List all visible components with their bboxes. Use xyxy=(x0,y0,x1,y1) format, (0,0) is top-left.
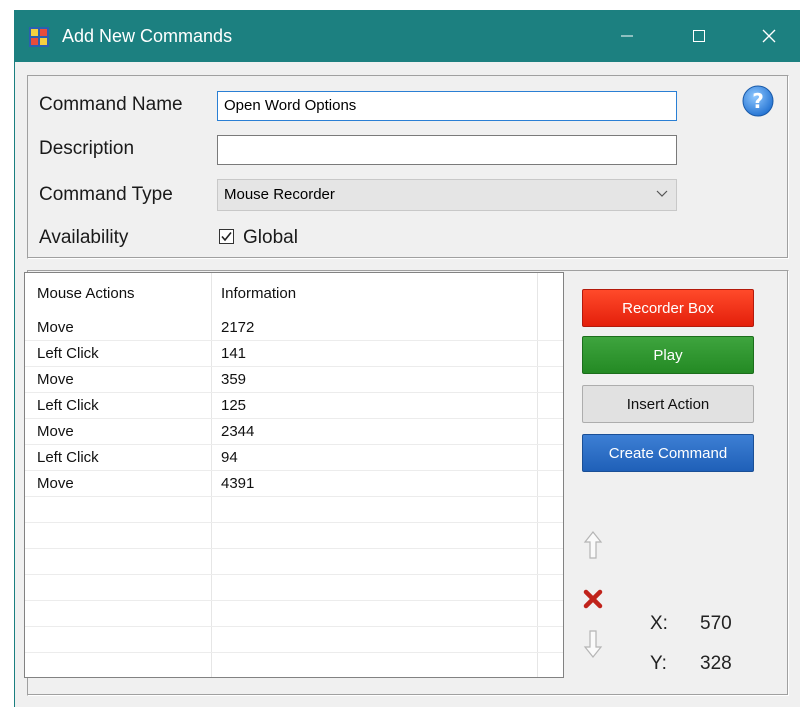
global-checkbox[interactable] xyxy=(219,229,234,244)
app-icon xyxy=(29,27,49,47)
command-name-field[interactable]: Open Word Options xyxy=(217,91,677,121)
help-icon[interactable]: ? xyxy=(742,85,774,117)
global-label[interactable]: Global xyxy=(243,227,298,249)
move-up-button[interactable] xyxy=(580,528,606,562)
y-coordinate-value: 328 xyxy=(700,653,732,674)
list-row[interactable]: Left Click 94 xyxy=(25,445,563,471)
mouse-actions-list[interactable]: Mouse Actions Information Move 2172 Left … xyxy=(24,272,564,678)
list-row[interactable]: Left Click 141 xyxy=(25,341,563,367)
y-coordinate-label: Y: xyxy=(650,653,667,674)
create-command-button[interactable]: Create Command xyxy=(582,434,754,472)
title-bar[interactable]: Add New Commands xyxy=(15,10,800,62)
list-row[interactable]: Left Click 125 xyxy=(25,393,563,419)
list-row[interactable]: Move 2344 xyxy=(25,419,563,445)
information-cell: 94 xyxy=(221,449,238,466)
move-up-icon xyxy=(583,531,603,559)
column-header-mouse-actions[interactable]: Mouse Actions xyxy=(37,285,135,302)
recorder-box-button[interactable]: Recorder Box xyxy=(582,289,754,327)
empty-row xyxy=(25,523,563,549)
command-type-label: Command Type xyxy=(39,184,173,205)
command-type-dropdown[interactable]: Mouse Recorder xyxy=(217,179,677,211)
checkmark-icon xyxy=(221,232,232,242)
action-cell: Left Click xyxy=(37,397,99,414)
information-cell: 125 xyxy=(221,397,247,414)
move-down-icon xyxy=(583,630,603,658)
window-title: Add New Commands xyxy=(62,26,233,46)
empty-row xyxy=(25,575,563,601)
svg-text:?: ? xyxy=(752,89,764,113)
empty-row xyxy=(25,627,563,653)
action-cell: Move xyxy=(37,423,74,440)
maximize-button[interactable] xyxy=(669,10,729,62)
empty-row xyxy=(25,653,563,677)
close-icon xyxy=(762,29,776,43)
column-header-information[interactable]: Information xyxy=(221,285,296,302)
information-cell: 359 xyxy=(221,371,247,388)
list-row[interactable]: Move 2172 xyxy=(25,315,563,341)
information-cell: 2344 xyxy=(221,423,255,440)
delete-icon xyxy=(583,589,603,609)
action-cell: Move xyxy=(37,475,74,492)
move-down-button[interactable] xyxy=(580,627,606,661)
information-cell: 141 xyxy=(221,345,247,362)
play-button[interactable]: Play xyxy=(582,336,754,374)
minimize-button[interactable] xyxy=(597,10,657,62)
maximize-icon xyxy=(693,30,705,42)
description-field[interactable] xyxy=(217,135,677,165)
empty-row xyxy=(25,549,563,575)
close-button[interactable] xyxy=(739,10,799,62)
information-cell: 4391 xyxy=(221,475,255,492)
chevron-down-icon xyxy=(656,190,668,197)
availability-label: Availability xyxy=(39,227,129,248)
empty-row xyxy=(25,497,563,523)
list-row[interactable]: Move 359 xyxy=(25,367,563,393)
minimize-icon xyxy=(621,35,633,37)
empty-row xyxy=(25,601,563,627)
information-cell: 2172 xyxy=(221,319,255,336)
description-label: Description xyxy=(39,138,135,159)
insert-action-button[interactable]: Insert Action xyxy=(582,385,754,423)
x-coordinate-value: 570 xyxy=(700,613,732,634)
delete-button[interactable] xyxy=(580,582,606,616)
command-type-value: Mouse Recorder xyxy=(224,186,335,203)
action-cell: Move xyxy=(37,319,74,336)
action-cell: Left Click xyxy=(37,345,99,362)
x-coordinate-label: X: xyxy=(650,613,668,634)
action-cell: Left Click xyxy=(37,449,99,466)
list-row[interactable]: Move 4391 xyxy=(25,471,563,497)
action-cell: Move xyxy=(37,371,74,388)
list-header: Mouse Actions Information xyxy=(25,273,563,309)
command-name-label: Command Name xyxy=(39,94,183,115)
